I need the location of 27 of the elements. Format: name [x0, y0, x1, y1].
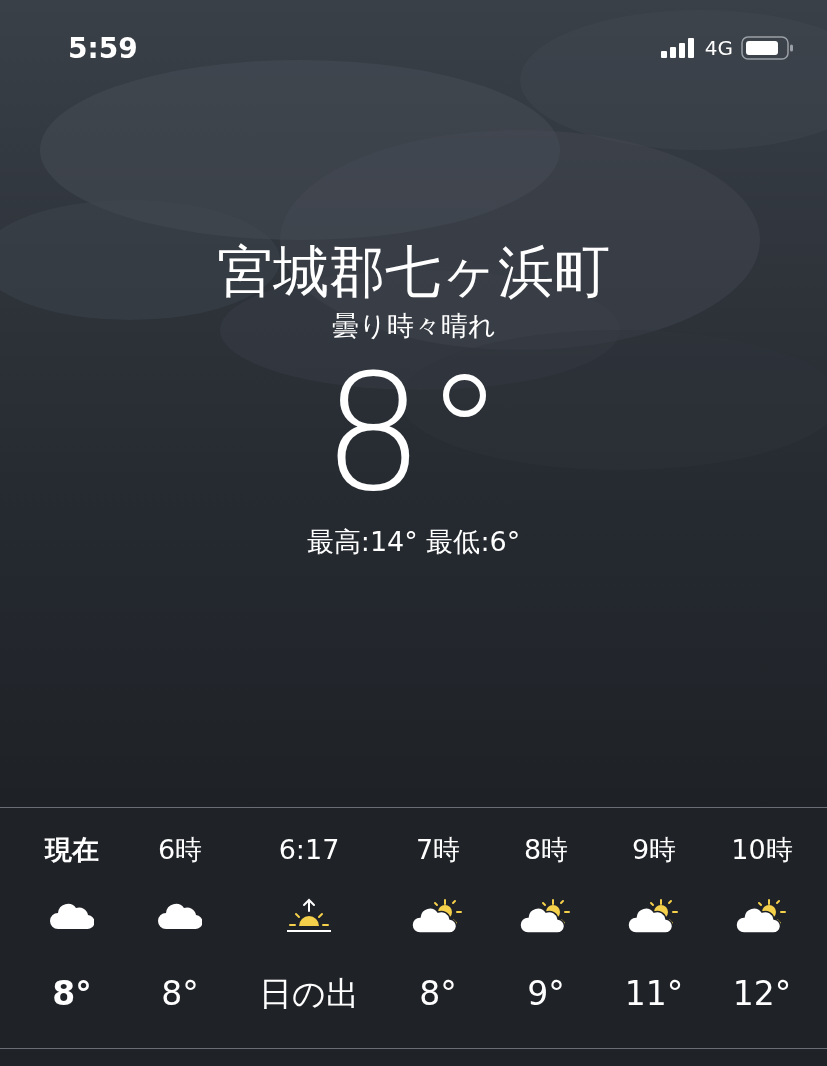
weather-condition: 曇り時々晴れ	[331, 309, 496, 343]
signal-icon	[660, 38, 697, 58]
hour-label: 7時	[415, 833, 461, 867]
partly-sunny-icon	[628, 898, 680, 934]
network-label: 4G	[704, 36, 733, 60]
hour-temperature: 8°	[52, 973, 92, 1015]
status-time: 5:59	[68, 31, 138, 65]
hour-label: 6:17	[278, 833, 340, 867]
hour-label: 6時	[157, 833, 203, 867]
hour-label: 8時	[523, 833, 569, 867]
hour-label: 9時	[631, 833, 677, 867]
high-low-temperature: 最高:14° 最低:6°	[306, 525, 521, 559]
hour-label: 10時	[731, 833, 793, 867]
hour-temperature: 11°	[624, 973, 684, 1015]
partly-sunny-icon	[520, 898, 572, 934]
hour-label: 現在	[45, 833, 99, 867]
location-name: 宮城郡七ヶ浜町	[217, 240, 610, 304]
hour-temperature: 8°	[419, 973, 457, 1015]
partly-sunny-icon	[412, 898, 464, 934]
hour-temperature: 日の出	[259, 973, 359, 1015]
partly-sunny-icon	[736, 898, 788, 934]
hour-temperature: 8°	[161, 973, 199, 1015]
sunrise-icon	[286, 898, 332, 934]
battery-icon	[741, 36, 793, 60]
hour-temperature: 9°	[527, 973, 565, 1015]
current-temperature: 8°	[322, 344, 505, 524]
hour-temperature: 12°	[732, 973, 792, 1015]
